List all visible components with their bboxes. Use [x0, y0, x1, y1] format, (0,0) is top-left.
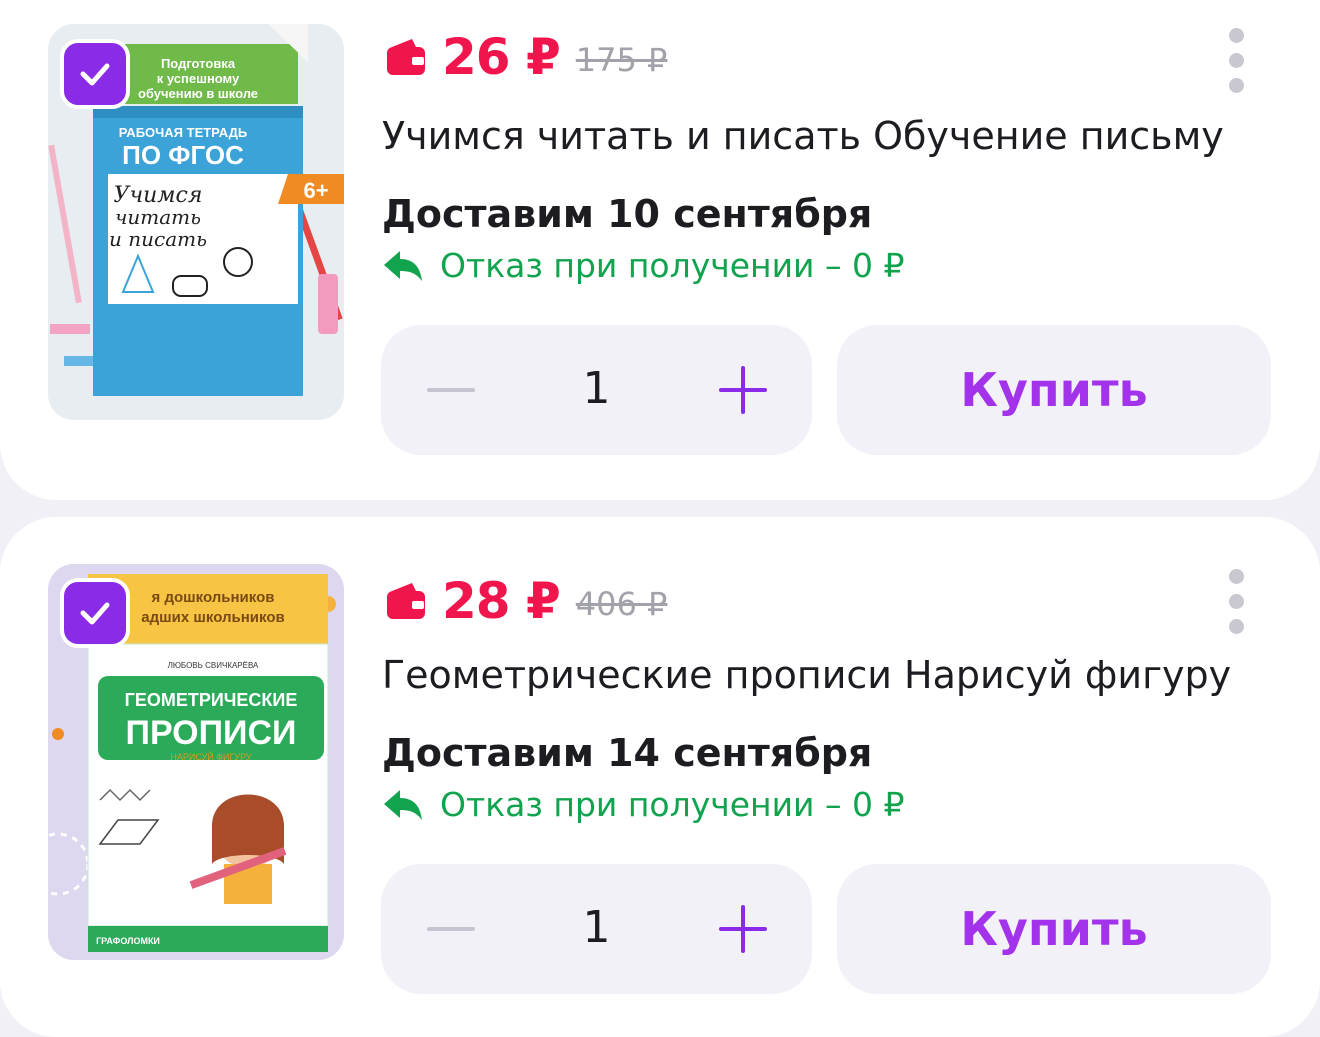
cover-subtitle: НАРИСУЙ ФИГУРУ	[170, 751, 252, 762]
cover-author: ЛЮБОВЬ СВИЧКАРЁВА	[168, 661, 259, 670]
refund-info: Отказ при получении – 0 ₽	[382, 246, 904, 285]
wallet-icon	[387, 583, 425, 619]
current-price: 28 ₽	[442, 572, 561, 630]
svg-text:читать: читать	[115, 205, 201, 229]
cover-banner-text: я дошкольников	[152, 589, 275, 606]
old-price: 406 ₽	[575, 585, 668, 623]
svg-text:обучению в школе: обучению в школе	[138, 86, 258, 101]
product-title[interactable]: Учимся читать и писать Обучение письму	[382, 114, 1224, 158]
svg-text:адших школьников: адших школьников	[141, 609, 284, 626]
svg-text:и писать: и писать	[109, 227, 207, 251]
select-checkbox[interactable]	[60, 578, 130, 648]
increase-button[interactable]	[719, 366, 767, 414]
current-price: 26 ₽	[442, 28, 561, 86]
checkmark-icon	[80, 63, 110, 86]
increase-button[interactable]	[719, 905, 767, 953]
refund-info: Отказ при получении – 0 ₽	[382, 785, 904, 824]
quantity-stepper: 1	[381, 864, 812, 994]
return-arrow-icon	[384, 250, 422, 281]
product-title[interactable]: Геометрические прописи Нарисуй фигуру	[382, 653, 1231, 697]
delivery-date: Доставим 14 сентября	[382, 731, 873, 775]
delivery-date: Доставим 10 сентября	[382, 192, 873, 236]
refund-text: Отказ при получении – 0 ₽	[440, 785, 905, 824]
cover-age: 6+	[303, 178, 328, 203]
buy-button[interactable]: Купить	[837, 864, 1271, 994]
more-options-button[interactable]	[1224, 28, 1248, 103]
more-vertical-icon	[1228, 28, 1244, 43]
refund-text: Отказ при получении – 0 ₽	[440, 246, 905, 285]
return-arrow-icon	[384, 789, 422, 820]
cover-banner-text: Подготовка	[161, 56, 236, 71]
more-options-button[interactable]	[1224, 569, 1248, 644]
quantity-stepper: 1	[381, 325, 812, 455]
cover-series: ПО ФГОС	[122, 140, 244, 170]
wallet-icon	[387, 39, 425, 75]
price-row: 28 ₽ 406 ₽	[384, 572, 667, 630]
cover-title-line2: ПРОПИСИ	[126, 714, 297, 752]
cover-title-line1: ГЕОМЕТРИЧЕСКИЕ	[125, 690, 298, 710]
product-card: я дошкольников адших школьников ЛЮБОВЬ С…	[0, 517, 1320, 1037]
product-card: Подготовка к успешному обучению в школе …	[0, 0, 1320, 500]
buy-button[interactable]: Купить	[837, 325, 1271, 455]
cover-series: ГРАФОЛОМКИ	[96, 936, 160, 946]
select-checkbox[interactable]	[60, 39, 130, 109]
more-vertical-icon	[1228, 569, 1244, 584]
checkmark-icon	[80, 602, 110, 625]
price-row: 26 ₽ 175 ₽	[384, 28, 667, 86]
svg-text:к успешному: к успешному	[157, 71, 240, 86]
old-price: 175 ₽	[575, 41, 668, 79]
cover-top-label: РАБОЧАЯ ТЕТРАДЬ	[119, 125, 247, 140]
